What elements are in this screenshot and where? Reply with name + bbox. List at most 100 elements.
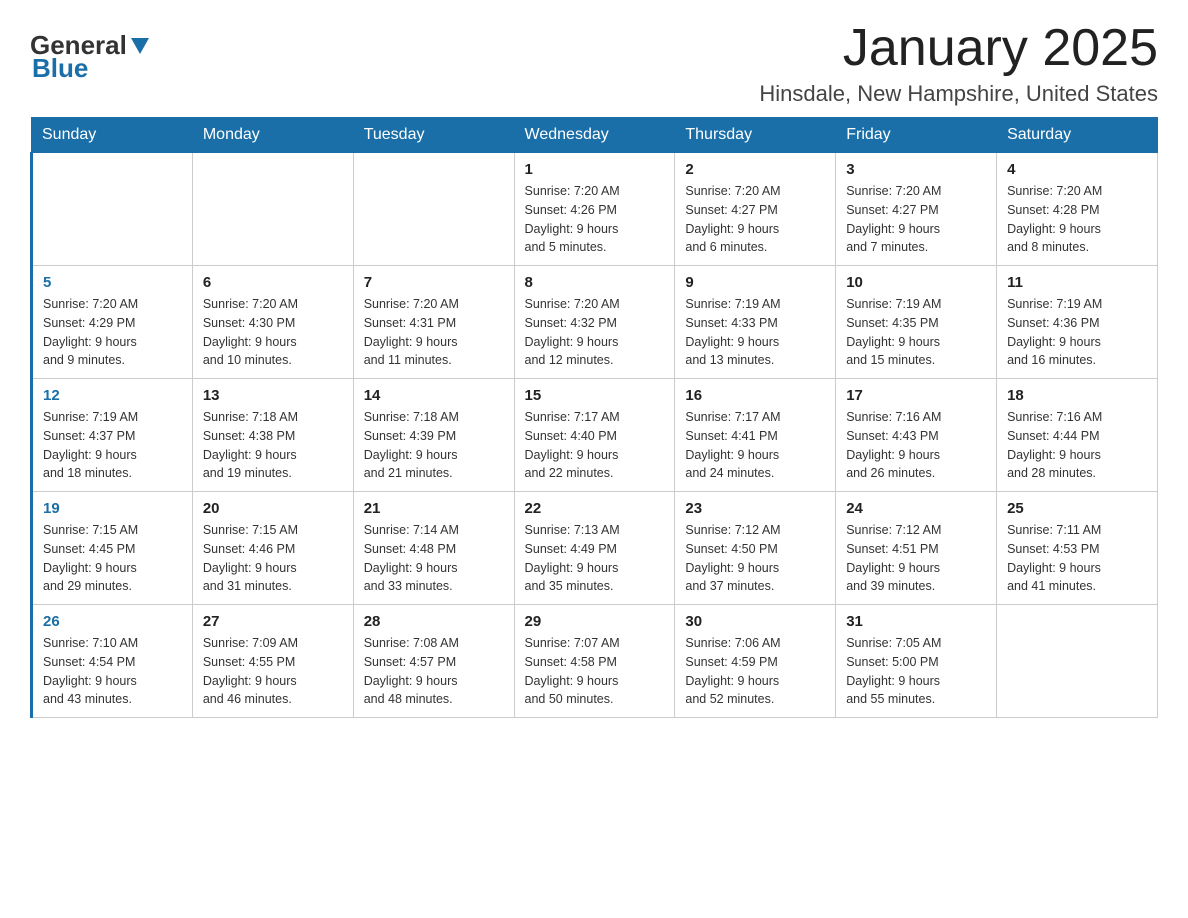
calendar-day-cell (32, 153, 193, 266)
calendar-table: SundayMondayTuesdayWednesdayThursdayFrid… (30, 117, 1158, 718)
day-info: Sunrise: 7:08 AM Sunset: 4:57 PM Dayligh… (364, 634, 504, 709)
title-section: January 2025 Hinsdale, New Hampshire, Un… (759, 20, 1158, 107)
day-info: Sunrise: 7:20 AM Sunset: 4:32 PM Dayligh… (525, 295, 665, 370)
calendar-day-cell: 2 Sunrise: 7:20 AM Sunset: 4:27 PM Daylig… (675, 153, 836, 266)
calendar-day-cell: 8 Sunrise: 7:20 AM Sunset: 4:32 PM Daylig… (514, 266, 675, 379)
calendar-day-cell: 5 Sunrise: 7:20 AM Sunset: 4:29 PM Daylig… (32, 266, 193, 379)
calendar-day-cell: 9Sunrise: 7:19 AM Sunset: 4:33 PM Daylig… (675, 266, 836, 379)
day-info: Sunrise: 7:20 AM Sunset: 4:27 PM Dayligh… (685, 182, 825, 257)
calendar-day-cell: 26Sunrise: 7:10 AM Sunset: 4:54 PM Dayli… (32, 605, 193, 718)
calendar-day-cell: 12Sunrise: 7:19 AM Sunset: 4:37 PM Dayli… (32, 379, 193, 492)
calendar-week-row: 19 Sunrise: 7:15 AM Sunset: 4:45 PM Dayli… (32, 492, 1158, 605)
day-info: Sunrise: 7:20 AM Sunset: 4:26 PM Dayligh… (525, 182, 665, 257)
day-number: 6 (203, 274, 343, 291)
calendar-day-cell: 31 Sunrise: 7:05 AM Sunset: 5:00 PM Dayli… (836, 605, 997, 718)
day-number: 23 (685, 500, 825, 517)
calendar-day-cell: 17Sunrise: 7:16 AM Sunset: 4:43 PM Dayli… (836, 379, 997, 492)
day-info: Sunrise: 7:13 AM Sunset: 4:49 PM Dayligh… (525, 521, 665, 596)
day-number: 18 (1007, 387, 1147, 404)
day-number: 24 (846, 500, 986, 517)
day-number: 28 (364, 613, 504, 630)
calendar-header-wednesday: Wednesday (514, 118, 675, 153)
day-info: Sunrise: 7:15 AM Sunset: 4:45 PM Dayligh… (43, 521, 182, 596)
calendar-day-cell (997, 605, 1158, 718)
calendar-day-cell: 19 Sunrise: 7:15 AM Sunset: 4:45 PM Dayli… (32, 492, 193, 605)
calendar-day-cell: 23 Sunrise: 7:12 AM Sunset: 4:50 PM Dayli… (675, 492, 836, 605)
calendar-day-cell: 1Sunrise: 7:20 AM Sunset: 4:26 PM Daylig… (514, 153, 675, 266)
day-number: 27 (203, 613, 343, 630)
day-number: 2 (685, 161, 825, 178)
calendar-day-cell: 27Sunrise: 7:09 AM Sunset: 4:55 PM Dayli… (192, 605, 353, 718)
day-info: Sunrise: 7:14 AM Sunset: 4:48 PM Dayligh… (364, 521, 504, 596)
calendar-day-cell: 22 Sunrise: 7:13 AM Sunset: 4:49 PM Dayli… (514, 492, 675, 605)
day-number: 4 (1007, 161, 1147, 178)
calendar-week-row: 1Sunrise: 7:20 AM Sunset: 4:26 PM Daylig… (32, 153, 1158, 266)
day-info: Sunrise: 7:16 AM Sunset: 4:43 PM Dayligh… (846, 408, 986, 483)
calendar-day-cell: 4 Sunrise: 7:20 AM Sunset: 4:28 PM Daylig… (997, 153, 1158, 266)
calendar-day-cell: 20 Sunrise: 7:15 AM Sunset: 4:46 PM Dayli… (192, 492, 353, 605)
calendar-day-cell: 15Sunrise: 7:17 AM Sunset: 4:40 PM Dayli… (514, 379, 675, 492)
calendar-day-cell: 6Sunrise: 7:20 AM Sunset: 4:30 PM Daylig… (192, 266, 353, 379)
day-info: Sunrise: 7:19 AM Sunset: 4:36 PM Dayligh… (1007, 295, 1147, 370)
calendar-week-row: 12Sunrise: 7:19 AM Sunset: 4:37 PM Dayli… (32, 379, 1158, 492)
calendar-week-row: 26Sunrise: 7:10 AM Sunset: 4:54 PM Dayli… (32, 605, 1158, 718)
day-number: 12 (43, 387, 182, 404)
day-number: 20 (203, 500, 343, 517)
calendar-header-tuesday: Tuesday (353, 118, 514, 153)
day-info: Sunrise: 7:10 AM Sunset: 4:54 PM Dayligh… (43, 634, 182, 709)
calendar-header-friday: Friday (836, 118, 997, 153)
day-info: Sunrise: 7:18 AM Sunset: 4:39 PM Dayligh… (364, 408, 504, 483)
day-info: Sunrise: 7:05 AM Sunset: 5:00 PM Dayligh… (846, 634, 986, 709)
logo: General Blue (30, 30, 151, 84)
day-number: 16 (685, 387, 825, 404)
day-number: 14 (364, 387, 504, 404)
day-info: Sunrise: 7:18 AM Sunset: 4:38 PM Dayligh… (203, 408, 343, 483)
day-number: 22 (525, 500, 665, 517)
calendar-header-sunday: Sunday (32, 118, 193, 153)
day-info: Sunrise: 7:20 AM Sunset: 4:29 PM Dayligh… (43, 295, 182, 370)
calendar-day-cell: 16 Sunrise: 7:17 AM Sunset: 4:41 PM Dayli… (675, 379, 836, 492)
day-info: Sunrise: 7:20 AM Sunset: 4:27 PM Dayligh… (846, 182, 986, 257)
day-info: Sunrise: 7:19 AM Sunset: 4:35 PM Dayligh… (846, 295, 986, 370)
calendar-day-cell: 10Sunrise: 7:19 AM Sunset: 4:35 PM Dayli… (836, 266, 997, 379)
day-info: Sunrise: 7:15 AM Sunset: 4:46 PM Dayligh… (203, 521, 343, 596)
day-number: 11 (1007, 274, 1147, 291)
day-info: Sunrise: 7:17 AM Sunset: 4:41 PM Dayligh… (685, 408, 825, 483)
logo-blue-text: Blue (32, 53, 88, 84)
calendar-header-row: SundayMondayTuesdayWednesdayThursdayFrid… (32, 118, 1158, 153)
day-info: Sunrise: 7:06 AM Sunset: 4:59 PM Dayligh… (685, 634, 825, 709)
calendar-day-cell: 7 Sunrise: 7:20 AM Sunset: 4:31 PM Daylig… (353, 266, 514, 379)
month-title: January 2025 (759, 20, 1158, 77)
calendar-day-cell: 13Sunrise: 7:18 AM Sunset: 4:38 PM Dayli… (192, 379, 353, 492)
day-info: Sunrise: 7:12 AM Sunset: 4:50 PM Dayligh… (685, 521, 825, 596)
location-title: Hinsdale, New Hampshire, United States (759, 81, 1158, 107)
calendar-header-monday: Monday (192, 118, 353, 153)
day-number: 29 (525, 613, 665, 630)
calendar-week-row: 5 Sunrise: 7:20 AM Sunset: 4:29 PM Daylig… (32, 266, 1158, 379)
logo-triangle-icon (129, 34, 151, 56)
day-number: 7 (364, 274, 504, 291)
calendar-day-cell: 21Sunrise: 7:14 AM Sunset: 4:48 PM Dayli… (353, 492, 514, 605)
calendar-day-cell (353, 153, 514, 266)
day-number: 15 (525, 387, 665, 404)
calendar-day-cell: 3 Sunrise: 7:20 AM Sunset: 4:27 PM Daylig… (836, 153, 997, 266)
day-number: 19 (43, 500, 182, 517)
calendar-header-saturday: Saturday (997, 118, 1158, 153)
day-number: 3 (846, 161, 986, 178)
day-number: 8 (525, 274, 665, 291)
day-number: 9 (685, 274, 825, 291)
day-info: Sunrise: 7:07 AM Sunset: 4:58 PM Dayligh… (525, 634, 665, 709)
calendar-day-cell: 18Sunrise: 7:16 AM Sunset: 4:44 PM Dayli… (997, 379, 1158, 492)
calendar-day-cell: 25 Sunrise: 7:11 AM Sunset: 4:53 PM Dayli… (997, 492, 1158, 605)
calendar-day-cell: 24 Sunrise: 7:12 AM Sunset: 4:51 PM Dayli… (836, 492, 997, 605)
calendar-day-cell: 30Sunrise: 7:06 AM Sunset: 4:59 PM Dayli… (675, 605, 836, 718)
day-number: 31 (846, 613, 986, 630)
day-info: Sunrise: 7:20 AM Sunset: 4:28 PM Dayligh… (1007, 182, 1147, 257)
calendar-day-cell: 11 Sunrise: 7:19 AM Sunset: 4:36 PM Dayli… (997, 266, 1158, 379)
calendar-header-thursday: Thursday (675, 118, 836, 153)
day-info: Sunrise: 7:11 AM Sunset: 4:53 PM Dayligh… (1007, 521, 1147, 596)
day-number: 25 (1007, 500, 1147, 517)
day-info: Sunrise: 7:12 AM Sunset: 4:51 PM Dayligh… (846, 521, 986, 596)
day-info: Sunrise: 7:20 AM Sunset: 4:31 PM Dayligh… (364, 295, 504, 370)
day-number: 5 (43, 274, 182, 291)
